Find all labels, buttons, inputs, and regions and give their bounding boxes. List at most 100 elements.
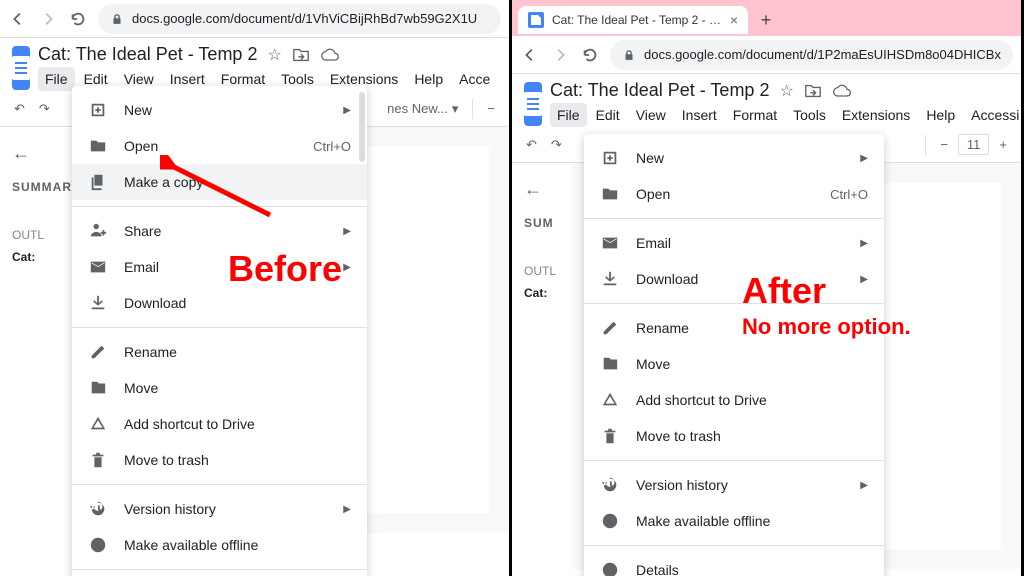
history-icon xyxy=(88,499,108,519)
nav-back-button[interactable] xyxy=(520,45,540,65)
address-bar[interactable]: docs.google.com/document/d/1P2maEsUIHSDm… xyxy=(610,40,1013,70)
menu-item-move-to-trash[interactable]: Move to trash xyxy=(72,442,367,478)
mail-icon xyxy=(600,233,620,253)
pencil-icon xyxy=(88,342,108,362)
mail-icon xyxy=(88,257,108,277)
browser-toolbar: docs.google.com/document/d/1VhViCBijRhBd… xyxy=(0,0,509,38)
menu-item-open[interactable]: OpenCtrl+O xyxy=(72,128,367,164)
menu-item-label: Email xyxy=(636,235,844,251)
font-size-minus[interactable]: − xyxy=(936,135,952,154)
redo-button[interactable]: ↷ xyxy=(547,135,566,155)
menu-item-details[interactable]: Details xyxy=(584,552,884,576)
star-icon[interactable]: ☆ xyxy=(267,45,281,65)
browser-tab[interactable]: Cat: The Ideal Pet - Temp 2 - Goo × xyxy=(518,6,748,34)
menu-item-make-available-offline[interactable]: Make available offline xyxy=(72,527,367,563)
download-icon xyxy=(600,269,620,289)
redo-button[interactable]: ↷ xyxy=(35,99,54,119)
menu-separator xyxy=(584,460,884,461)
tab-close-button[interactable]: × xyxy=(730,12,738,28)
menu-item-move-to-trash[interactable]: Move to trash xyxy=(584,418,884,454)
menu-item-download[interactable]: Download xyxy=(72,285,367,321)
menu-item-rename[interactable]: Rename xyxy=(584,310,884,346)
menu-item-add-shortcut-to-drive[interactable]: Add shortcut to Drive xyxy=(584,382,884,418)
nav-reload-button[interactable] xyxy=(580,45,600,65)
menu-format[interactable]: Format xyxy=(726,103,784,127)
nav-back-button[interactable] xyxy=(8,9,28,29)
nav-reload-button[interactable] xyxy=(68,9,88,29)
doc-title[interactable]: Cat: The Ideal Pet - Temp 2 xyxy=(38,44,257,65)
menu-file[interactable]: File xyxy=(550,103,587,127)
menu-item-version-history[interactable]: Version history▶ xyxy=(72,491,367,527)
menu-item-label: Make available offline xyxy=(124,537,351,553)
menu-item-download[interactable]: Download▶ xyxy=(584,261,884,297)
font-selector[interactable]: nes New... ▾ xyxy=(383,99,462,119)
menu-file[interactable]: File xyxy=(38,67,75,91)
menu-extensions[interactable]: Extensions xyxy=(835,103,917,127)
menu-item-open[interactable]: OpenCtrl+O xyxy=(584,176,884,212)
menu-item-label: Download xyxy=(124,295,351,311)
person-plus-icon xyxy=(88,221,108,241)
menu-item-share[interactable]: Share▶ xyxy=(72,213,367,249)
menu-separator xyxy=(72,569,367,570)
move-icon xyxy=(88,378,108,398)
submenu-arrow-icon: ▶ xyxy=(343,262,351,273)
menu-item-move[interactable]: Move xyxy=(584,346,884,382)
submenu-arrow-icon: ▶ xyxy=(860,480,868,491)
undo-button[interactable]: ↶ xyxy=(10,99,29,119)
outline-back-icon[interactable]: ← xyxy=(524,179,560,200)
move-folder-icon[interactable] xyxy=(292,46,310,64)
copy-icon xyxy=(88,172,108,192)
menu-tools[interactable]: Tools xyxy=(786,103,833,127)
star-icon[interactable]: ☆ xyxy=(779,81,793,101)
nav-forward-button[interactable] xyxy=(38,9,58,29)
new-tab-button[interactable]: + xyxy=(752,6,780,34)
trash-icon xyxy=(600,426,620,446)
drive-shortcut-icon xyxy=(88,414,108,434)
menu-item-move[interactable]: Move xyxy=(72,370,367,406)
after-panel: Cat: The Ideal Pet - Temp 2 - Goo × + do… xyxy=(512,0,1024,576)
pencil-icon xyxy=(600,318,620,338)
address-bar[interactable]: docs.google.com/document/d/1VhViCBijRhBd… xyxy=(98,4,501,34)
undo-button[interactable]: ↶ xyxy=(522,135,541,155)
menu-item-label: Move xyxy=(124,380,351,396)
menu-item-email[interactable]: Email▶ xyxy=(584,225,884,261)
font-size-field[interactable]: 11 xyxy=(958,134,990,155)
cloud-status-icon[interactable] xyxy=(320,48,340,62)
menu-item-version-history[interactable]: Version history▶ xyxy=(584,467,884,503)
before-panel: docs.google.com/document/d/1VhViCBijRhBd… xyxy=(0,0,512,576)
font-size-minus[interactable]: − xyxy=(483,99,499,118)
menu-help[interactable]: Help xyxy=(919,103,962,127)
font-size-plus[interactable]: + xyxy=(995,135,1011,154)
menu-item-make-available-offline[interactable]: Make available offline xyxy=(584,503,884,539)
menu-view[interactable]: View xyxy=(629,103,673,127)
doc-title[interactable]: Cat: The Ideal Pet - Temp 2 xyxy=(550,80,769,101)
menu-item-new[interactable]: New▶ xyxy=(584,140,884,176)
move-folder-icon[interactable] xyxy=(804,82,822,100)
menu-separator xyxy=(584,303,884,304)
menu-separator xyxy=(72,327,367,328)
menu-edit[interactable]: Edit xyxy=(589,103,627,127)
menu-item-add-shortcut-to-drive[interactable]: Add shortcut to Drive xyxy=(72,406,367,442)
cloud-status-icon[interactable] xyxy=(832,84,852,98)
nav-forward-button[interactable] xyxy=(550,45,570,65)
menubar: FileEditViewInsertFormatToolsExtensionsH… xyxy=(550,103,1024,127)
docs-header: Cat: The Ideal Pet - Temp 2 ☆ FileEditVi… xyxy=(512,74,1021,127)
url-text: docs.google.com/document/d/1VhViCBijRhBd… xyxy=(132,11,477,26)
menu-item-new[interactable]: New▶ xyxy=(72,92,367,128)
docs-logo-icon[interactable] xyxy=(524,82,542,126)
menu-help[interactable]: Help xyxy=(407,67,450,91)
menu-acce[interactable]: Acce xyxy=(452,67,497,91)
menu-item-label: Share xyxy=(124,223,327,239)
menu-item-email[interactable]: Email▶ xyxy=(72,249,367,285)
offline-icon xyxy=(88,535,108,555)
menu-item-label: Move to trash xyxy=(124,452,351,468)
docs-logo-icon[interactable] xyxy=(12,46,30,90)
menu-item-rename[interactable]: Rename xyxy=(72,334,367,370)
menu-item-make-a-copy[interactable]: Make a copy xyxy=(72,164,367,200)
menu-insert[interactable]: Insert xyxy=(675,103,724,127)
history-icon xyxy=(600,475,620,495)
menu-accessi[interactable]: Accessi xyxy=(964,103,1024,127)
summary-heading: SUM xyxy=(524,216,560,230)
menu-item-label: Rename xyxy=(124,344,351,360)
outline-item[interactable]: Cat: xyxy=(524,286,560,300)
